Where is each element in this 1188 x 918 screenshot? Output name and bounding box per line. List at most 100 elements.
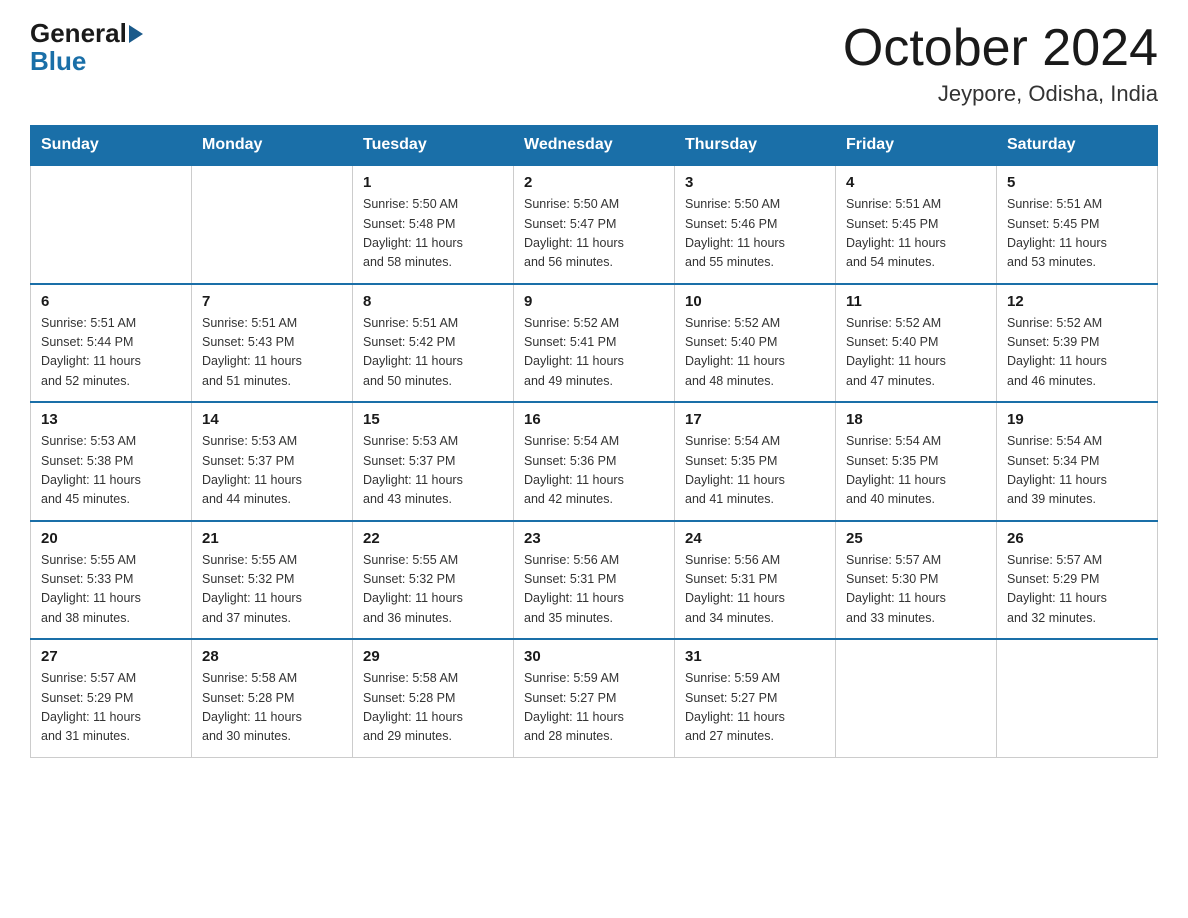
- logo-area: General Blue: [30, 20, 143, 77]
- cell-info-text: Sunrise: 5:55 AMSunset: 5:33 PMDaylight:…: [41, 551, 181, 629]
- calendar-cell: 24 Sunrise: 5:56 AMSunset: 5:31 PMDayligh…: [675, 521, 836, 640]
- weekday-header-thursday: Thursday: [675, 126, 836, 166]
- cell-day-number: 29: [363, 648, 503, 665]
- calendar-week-row: 6Sunrise: 5:51 AMSunset: 5:44 PMDaylight…: [31, 284, 1158, 403]
- calendar-cell: 21Sunrise: 5:55 AMSunset: 5:32 PMDayligh…: [192, 521, 353, 640]
- calendar-cell: 8Sunrise: 5:51 AMSunset: 5:42 PMDaylight…: [353, 284, 514, 403]
- cell-info-text: Sunrise: 5:51 AMSunset: 5:45 PMDaylight:…: [846, 195, 986, 273]
- calendar-cell: 6Sunrise: 5:51 AMSunset: 5:44 PMDaylight…: [31, 284, 192, 403]
- calendar-cell: 30Sunrise: 5:59 AMSunset: 5:27 PMDayligh…: [514, 639, 675, 757]
- cell-info-text: Sunrise: 5:58 AMSunset: 5:28 PMDaylight:…: [202, 669, 342, 747]
- cell-info-text: Sunrise: 5:52 AMSunset: 5:41 PMDaylight:…: [524, 314, 664, 392]
- cell-info-text: Sunrise: 5:51 AMSunset: 5:44 PMDaylight:…: [41, 314, 181, 392]
- page-header: General Blue October 2024 Jeypore, Odish…: [30, 20, 1158, 107]
- calendar-cell: [836, 639, 997, 757]
- cell-day-number: 21: [202, 530, 342, 547]
- cell-day-number: 27: [41, 648, 181, 665]
- calendar-cell: 7 Sunrise: 5:51 AMSunset: 5:43 PMDaylight…: [192, 284, 353, 403]
- calendar-cell: 22 Sunrise: 5:55 AMSunset: 5:32 PMDayligh…: [353, 521, 514, 640]
- calendar-cell: 15 Sunrise: 5:53 AMSunset: 5:37 PMDayligh…: [353, 402, 514, 521]
- cell-info-text: Sunrise: 5:51 AMSunset: 5:43 PMDaylight:…: [202, 314, 342, 392]
- cell-info-text: Sunrise: 5:54 AMSunset: 5:35 PMDaylight:…: [846, 432, 986, 510]
- calendar-cell: 14 Sunrise: 5:53 AMSunset: 5:37 PMDayligh…: [192, 402, 353, 521]
- cell-info-text: Sunrise: 5:55 AMSunset: 5:32 PMDaylight:…: [363, 551, 503, 629]
- cell-day-number: 14: [202, 411, 342, 428]
- calendar-cell: [997, 639, 1158, 757]
- cell-info-text: Sunrise: 5:59 AMSunset: 5:27 PMDaylight:…: [685, 669, 825, 747]
- calendar-cell: 26 Sunrise: 5:57 AMSunset: 5:29 PMDayligh…: [997, 521, 1158, 640]
- cell-day-number: 30: [524, 648, 664, 665]
- weekday-header-saturday: Saturday: [997, 126, 1158, 166]
- cell-day-number: 28: [202, 648, 342, 665]
- location-title: Jeypore, Odisha, India: [843, 81, 1158, 107]
- cell-info-text: Sunrise: 5:52 AMSunset: 5:39 PMDaylight:…: [1007, 314, 1147, 392]
- calendar-cell: [192, 165, 353, 284]
- cell-info-text: Sunrise: 5:54 AMSunset: 5:34 PMDaylight:…: [1007, 432, 1147, 510]
- calendar-cell: 31Sunrise: 5:59 AMSunset: 5:27 PMDayligh…: [675, 639, 836, 757]
- weekday-header-row: SundayMondayTuesdayWednesdayThursdayFrid…: [31, 126, 1158, 166]
- calendar-cell: 3 Sunrise: 5:50 AMSunset: 5:46 PMDaylight…: [675, 165, 836, 284]
- cell-day-number: 22: [363, 530, 503, 547]
- calendar-cell: 16 Sunrise: 5:54 AMSunset: 5:36 PMDayligh…: [514, 402, 675, 521]
- calendar-week-row: 1 Sunrise: 5:50 AMSunset: 5:48 PMDaylight…: [31, 165, 1158, 284]
- cell-day-number: 4: [846, 174, 986, 191]
- cell-day-number: 12: [1007, 293, 1147, 310]
- cell-day-number: 7: [202, 293, 342, 310]
- calendar-cell: 18Sunrise: 5:54 AMSunset: 5:35 PMDayligh…: [836, 402, 997, 521]
- logo: General: [30, 20, 143, 46]
- cell-day-number: 3: [685, 174, 825, 191]
- cell-day-number: 5: [1007, 174, 1147, 191]
- cell-info-text: Sunrise: 5:57 AMSunset: 5:29 PMDaylight:…: [1007, 551, 1147, 629]
- calendar-cell: 9 Sunrise: 5:52 AMSunset: 5:41 PMDaylight…: [514, 284, 675, 403]
- cell-day-number: 17: [685, 411, 825, 428]
- calendar-week-row: 27Sunrise: 5:57 AMSunset: 5:29 PMDayligh…: [31, 639, 1158, 757]
- cell-info-text: Sunrise: 5:54 AMSunset: 5:36 PMDaylight:…: [524, 432, 664, 510]
- cell-info-text: Sunrise: 5:51 AMSunset: 5:42 PMDaylight:…: [363, 314, 503, 392]
- month-title: October 2024: [843, 20, 1158, 77]
- cell-day-number: 1: [363, 174, 503, 191]
- cell-info-text: Sunrise: 5:53 AMSunset: 5:37 PMDaylight:…: [363, 432, 503, 510]
- title-area: October 2024 Jeypore, Odisha, India: [843, 20, 1158, 107]
- cell-day-number: 10: [685, 293, 825, 310]
- cell-day-number: 19: [1007, 411, 1147, 428]
- cell-day-number: 23: [524, 530, 664, 547]
- calendar-cell: 1 Sunrise: 5:50 AMSunset: 5:48 PMDaylight…: [353, 165, 514, 284]
- cell-info-text: Sunrise: 5:57 AMSunset: 5:30 PMDaylight:…: [846, 551, 986, 629]
- cell-info-text: Sunrise: 5:50 AMSunset: 5:47 PMDaylight:…: [524, 195, 664, 273]
- calendar-cell: 10 Sunrise: 5:52 AMSunset: 5:40 PMDayligh…: [675, 284, 836, 403]
- cell-day-number: 16: [524, 411, 664, 428]
- calendar-cell: 25 Sunrise: 5:57 AMSunset: 5:30 PMDayligh…: [836, 521, 997, 640]
- cell-day-number: 2: [524, 174, 664, 191]
- calendar-body: 1 Sunrise: 5:50 AMSunset: 5:48 PMDaylight…: [31, 165, 1158, 757]
- cell-day-number: 26: [1007, 530, 1147, 547]
- calendar-header: SundayMondayTuesdayWednesdayThursdayFrid…: [31, 126, 1158, 166]
- cell-info-text: Sunrise: 5:56 AMSunset: 5:31 PMDaylight:…: [524, 551, 664, 629]
- calendar-cell: 19 Sunrise: 5:54 AMSunset: 5:34 PMDayligh…: [997, 402, 1158, 521]
- cell-info-text: Sunrise: 5:52 AMSunset: 5:40 PMDaylight:…: [846, 314, 986, 392]
- calendar-week-row: 13 Sunrise: 5:53 AMSunset: 5:38 PMDayligh…: [31, 402, 1158, 521]
- cell-day-number: 15: [363, 411, 503, 428]
- weekday-header-monday: Monday: [192, 126, 353, 166]
- calendar-cell: 13 Sunrise: 5:53 AMSunset: 5:38 PMDayligh…: [31, 402, 192, 521]
- calendar-table: SundayMondayTuesdayWednesdayThursdayFrid…: [30, 125, 1158, 758]
- weekday-header-wednesday: Wednesday: [514, 126, 675, 166]
- calendar-cell: 27Sunrise: 5:57 AMSunset: 5:29 PMDayligh…: [31, 639, 192, 757]
- cell-day-number: 25: [846, 530, 986, 547]
- cell-info-text: Sunrise: 5:54 AMSunset: 5:35 PMDaylight:…: [685, 432, 825, 510]
- cell-info-text: Sunrise: 5:50 AMSunset: 5:48 PMDaylight:…: [363, 195, 503, 273]
- calendar-cell: 12 Sunrise: 5:52 AMSunset: 5:39 PMDayligh…: [997, 284, 1158, 403]
- cell-info-text: Sunrise: 5:53 AMSunset: 5:37 PMDaylight:…: [202, 432, 342, 510]
- cell-info-text: Sunrise: 5:50 AMSunset: 5:46 PMDaylight:…: [685, 195, 825, 273]
- cell-info-text: Sunrise: 5:53 AMSunset: 5:38 PMDaylight:…: [41, 432, 181, 510]
- calendar-cell: 4 Sunrise: 5:51 AMSunset: 5:45 PMDaylight…: [836, 165, 997, 284]
- calendar-week-row: 20Sunrise: 5:55 AMSunset: 5:33 PMDayligh…: [31, 521, 1158, 640]
- calendar-cell: [31, 165, 192, 284]
- cell-info-text: Sunrise: 5:56 AMSunset: 5:31 PMDaylight:…: [685, 551, 825, 629]
- cell-day-number: 13: [41, 411, 181, 428]
- cell-info-text: Sunrise: 5:52 AMSunset: 5:40 PMDaylight:…: [685, 314, 825, 392]
- cell-day-number: 11: [846, 293, 986, 310]
- calendar-cell: 20Sunrise: 5:55 AMSunset: 5:33 PMDayligh…: [31, 521, 192, 640]
- cell-info-text: Sunrise: 5:51 AMSunset: 5:45 PMDaylight:…: [1007, 195, 1147, 273]
- cell-day-number: 24: [685, 530, 825, 547]
- cell-day-number: 9: [524, 293, 664, 310]
